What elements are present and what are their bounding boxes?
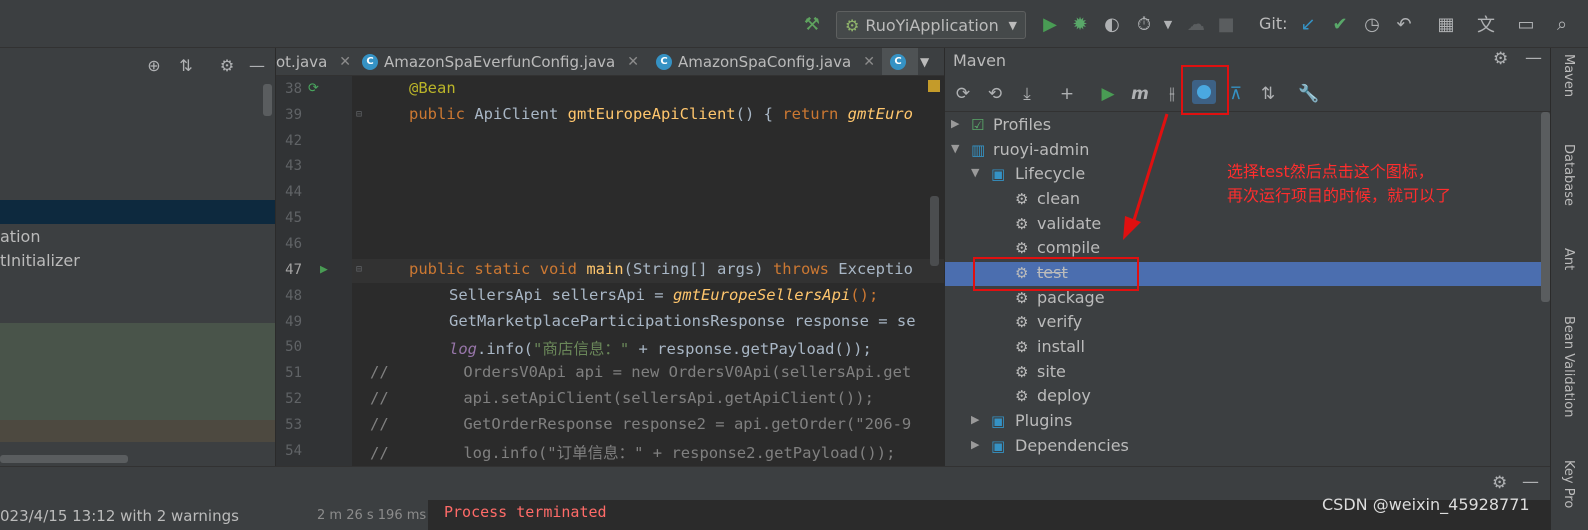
tool-tab-key-promoter[interactable]: Key Pro (1561, 460, 1576, 508)
rollback-icon[interactable]: ↶ (1392, 12, 1416, 36)
close-icon[interactable]: ✕ (863, 54, 875, 70)
annotation-arrow-icon (1123, 113, 1169, 240)
line-number: 45 (285, 210, 302, 226)
project-scrollbar[interactable] (263, 84, 272, 116)
history-icon[interactable]: ◷ (1360, 12, 1384, 36)
right-tool-strip: Maven Database Ant Bean Validation Key P… (1550, 48, 1588, 530)
bean-gutter-icon[interactable]: ⟳ (308, 81, 319, 96)
editor-scrollbar[interactable] (930, 196, 939, 266)
app-icon: ⚙ (845, 15, 860, 35)
project-item[interactable]: ation (0, 227, 40, 246)
maven-scrollbar[interactable] (1541, 112, 1550, 302)
chevron-down-icon[interactable]: ▼ (920, 48, 929, 75)
line-number: 51 (285, 365, 302, 381)
tab-active[interactable]: C (882, 48, 918, 75)
run-config-selector[interactable]: ⚙ RuoYiApplication ▼ (836, 11, 1026, 39)
line-number: 53 (285, 417, 302, 433)
line-number: 38 (285, 81, 302, 97)
git-commit-icon[interactable]: ✔ (1328, 12, 1352, 36)
chevron-down-icon: ▼ (1008, 18, 1017, 32)
class-icon: C (656, 54, 672, 70)
tab-label: ot.java (276, 53, 328, 71)
line-number: 50 (285, 339, 302, 355)
warning-marker[interactable] (928, 80, 940, 92)
project-item[interactable]: tInitializer (0, 251, 80, 270)
collapse-icon[interactable]: ⇅ (175, 56, 197, 78)
watermark: CSDN @weixin_45928771 (1322, 495, 1530, 514)
gear-icon[interactable]: ⚙ (1492, 473, 1507, 493)
line-number: 49 (285, 314, 302, 330)
code-editor[interactable]: 38 39 42 43 44 45 46 47 48 49 50 51 52 5… (276, 76, 944, 466)
main-toolbar: ⚒ ⚙ RuoYiApplication ▼ ▶ ✹ ◐ ⏱ ▼ ☁ ■ Git… (0, 0, 1588, 48)
run-icon[interactable]: ▶ (1038, 12, 1062, 36)
fold-icon[interactable]: ⊟ (356, 109, 362, 120)
maven-panel: Maven ⚙ — ⟳ ⟲ ⤓ + ▶ m ⫲ ⊼ ⇅ 🔧 ▶ ☑ Profil… (944, 48, 1550, 466)
code-line: public ApiClient gmtEuropeApiClient() { … (409, 105, 913, 123)
translate-icon[interactable]: 文 (1474, 12, 1498, 36)
debug-icon[interactable]: ✹ (1068, 12, 1092, 36)
tab-file[interactable]: C AmazonSpaConfig.java ✕ (656, 48, 875, 75)
tab-label: AmazonSpaEverfunConfig.java (384, 53, 616, 71)
tool-tab-database[interactable]: Database (1561, 144, 1576, 206)
code-line: // GetOrderResponse response2 = api.getO… (370, 415, 912, 433)
code-line: // OrdersV0Api api = new OrdersV0Api(sel… (370, 363, 912, 381)
locate-icon[interactable]: ⊕ (143, 56, 165, 78)
console-line: Process terminated (444, 503, 607, 521)
hammer-icon[interactable]: ⚒ (800, 12, 824, 36)
fold-icon[interactable]: ⊟ (356, 264, 362, 275)
project-hscrollbar[interactable] (0, 455, 128, 463)
line-number: 42 (285, 133, 302, 149)
code-line: GetMarketplaceParticipationsResponse res… (449, 312, 916, 330)
code-line: // log.info("订单信息：" + response2.getPaylo… (370, 444, 896, 462)
stop-icon[interactable]: ■ (1214, 12, 1238, 36)
project-panel: ⊕ ⇅ ⚙ — ation tInitializer (0, 48, 276, 466)
run-config-label: RuoYiApplication (865, 15, 999, 35)
line-number: 43 (285, 158, 302, 174)
build-duration: 2 m 26 s 196 ms (317, 508, 427, 523)
line-number: 44 (285, 184, 302, 200)
terminal-icon[interactable]: ▭ (1514, 12, 1538, 36)
code-line: // api.setApiClient(sellersApi.getApiCli… (370, 389, 874, 407)
project-highlight-area (0, 420, 275, 442)
git-update-icon[interactable]: ↙ (1296, 12, 1320, 36)
coverage-icon[interactable]: ◐ (1100, 12, 1124, 36)
minimize-icon[interactable]: — (1522, 472, 1539, 492)
profile-icon[interactable]: ⏱ (1132, 12, 1156, 36)
code-line: public static void main(String[] args) t… (409, 260, 913, 278)
tab-file[interactable]: ot.java ✕ (276, 48, 351, 75)
class-icon: C (890, 54, 906, 70)
attach-icon[interactable]: ☁ (1184, 12, 1208, 36)
project-highlight-area (0, 323, 275, 420)
project-selected-row[interactable] (0, 200, 275, 224)
bottom-toolbar: ⚙ — (0, 466, 1550, 500)
build-status[interactable]: 023/4/15 13:12 with 2 warnings (0, 507, 239, 525)
tool-tab-ant[interactable]: Ant (1561, 248, 1576, 270)
line-number: 48 (285, 288, 302, 304)
tool-tab-maven[interactable]: Maven (1561, 54, 1576, 97)
code-line: @Bean (409, 79, 456, 97)
tab-label: AmazonSpaConfig.java (678, 53, 852, 71)
project-structure-icon[interactable]: ▦ (1434, 12, 1458, 36)
tool-tab-bean-validation[interactable]: Bean Validation (1561, 316, 1576, 417)
code-line: log.info("商店信息：" + response.getPayload()… (449, 340, 872, 358)
tab-file[interactable]: C AmazonSpaEverfunConfig.java ✕ (362, 48, 639, 75)
gear-icon[interactable]: ⚙ (216, 56, 238, 78)
editor-tabs: ot.java ✕ C AmazonSpaEverfunConfig.java … (276, 48, 944, 76)
line-number: 39 (285, 107, 302, 123)
run-gutter-icon[interactable]: ▶ (320, 262, 328, 277)
line-number: 52 (285, 391, 302, 407)
git-label: Git: (1259, 14, 1288, 33)
run-panel: 023/4/15 13:12 with 2 warnings 2 m 26 s … (0, 500, 1550, 530)
line-number: 54 (285, 443, 302, 459)
line-number: 47 (285, 262, 302, 278)
chevron-down-icon[interactable]: ▼ (1156, 12, 1180, 36)
class-icon: C (362, 54, 378, 70)
search-icon[interactable]: ⌕ (1550, 12, 1574, 36)
close-icon[interactable]: ✕ (339, 54, 351, 70)
minimize-icon[interactable]: — (246, 56, 268, 78)
close-icon[interactable]: ✕ (627, 54, 639, 70)
line-number: 46 (285, 236, 302, 252)
code-line: SellersApi sellersApi = gmtEuropeSellers… (449, 286, 879, 304)
